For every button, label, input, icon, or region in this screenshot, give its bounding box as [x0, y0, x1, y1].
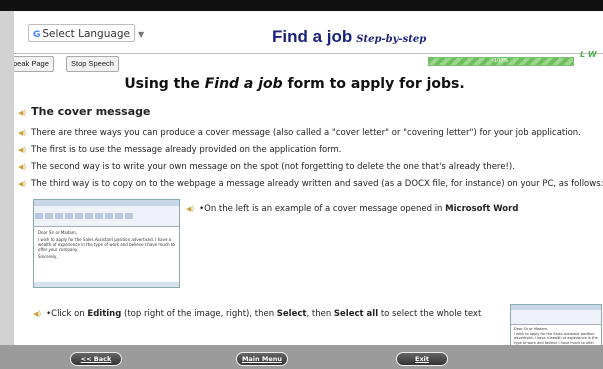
title-subtitle: Step-by-step	[356, 34, 427, 45]
line-text: The first is to use the message already …	[31, 145, 342, 155]
line-text: There are three ways you can produce a c…	[31, 128, 581, 138]
google-g-icon: G	[33, 30, 41, 40]
speaker-icon[interactable]: ◀)	[33, 310, 41, 318]
progress-percent: 100%	[493, 58, 509, 64]
click-text: , then	[306, 309, 334, 319]
click-bold: Editing	[87, 309, 122, 319]
main-heading: Using the Find a job form to apply for j…	[0, 74, 589, 94]
example-text: •On the left is an example of a cover me…	[199, 204, 446, 214]
heading-pre: Using the	[124, 76, 205, 92]
back-button[interactable]: << Back	[70, 352, 122, 366]
heading-em: Find a job	[204, 76, 283, 92]
click-instruction-line: ◀) •Click on Editing (top right of the im…	[33, 308, 481, 320]
click-bold: Select	[276, 309, 307, 319]
speaker-icon[interactable]: ◀)	[18, 163, 26, 171]
language-select[interactable]: G Select Language ▼	[28, 24, 145, 42]
click-text: •Click on	[46, 309, 88, 319]
speak-page-button[interactable]: Speak Page	[14, 56, 54, 72]
click-text: to select the whole text	[378, 309, 482, 319]
word-document: Dear Sir or Madam, I wish to apply for t…	[34, 227, 179, 262]
progress-bar: 100%	[428, 57, 574, 66]
speaker-icon[interactable]: ◀)	[18, 180, 26, 188]
paragraph-line: ◀) The second way is to write your own me…	[18, 161, 515, 173]
section-title: ◀) The cover message	[18, 106, 151, 119]
top-bar	[0, 0, 603, 11]
language-select-label: Select Language	[42, 28, 130, 40]
word-ribbon	[511, 310, 601, 325]
click-bold: Select all	[333, 309, 379, 319]
paragraph-line: ◀) The third way is to copy on to the web…	[18, 178, 603, 190]
progress-side-text: L W	[580, 50, 597, 59]
word-screenshot-image: Dear Sir or Madam, I wish to apply for t…	[33, 199, 180, 288]
example-line: ◀) •On the left is an example of a cover …	[186, 203, 518, 215]
speaker-icon[interactable]: ◀)	[18, 129, 26, 137]
chevron-down-icon: ▼	[133, 30, 145, 39]
exit-button[interactable]: Exit	[396, 352, 448, 366]
paragraph-line: ◀) The first is to use the message alread…	[18, 144, 342, 156]
speaker-icon[interactable]: ◀)	[186, 205, 194, 213]
main-menu-button[interactable]: Main Menu	[236, 352, 288, 366]
word-doc-line: Sincerely,	[38, 254, 58, 259]
word-doc-line: Dear Sir or Madam,	[38, 230, 77, 235]
paragraph-line: ◀) There are three ways you can produce a…	[18, 127, 581, 139]
word-doc-line: I wish to apply for the Sales Assistant …	[38, 237, 175, 252]
word-status-bar	[34, 282, 179, 287]
heading-post: form to apply for jobs.	[282, 76, 465, 92]
line-text: The third way is to copy on to the webpa…	[31, 179, 603, 189]
line-text: The second way is to write your own mess…	[31, 162, 515, 172]
speaker-icon[interactable]: ◀)	[18, 146, 26, 154]
speaker-icon[interactable]: ◀)	[18, 109, 26, 117]
stop-speech-button[interactable]: Stop Speech	[66, 56, 119, 72]
page-title: Find a job Step-by-step	[272, 25, 452, 49]
title-text: Find a job	[272, 27, 353, 46]
word-ribbon	[34, 206, 179, 227]
click-text: (top right of the image, right), then	[121, 309, 277, 319]
example-bold: Microsoft Word	[445, 204, 519, 214]
section-title-text: The cover message	[31, 105, 151, 118]
